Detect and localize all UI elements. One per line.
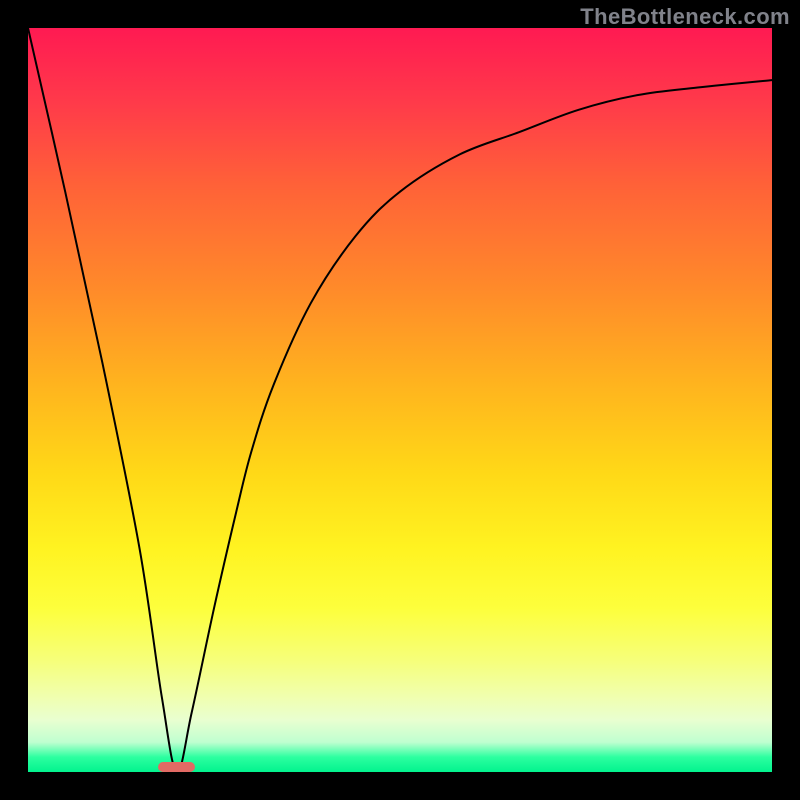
bottleneck-curve [28,28,772,772]
chart-frame: TheBottleneck.com [0,0,800,800]
watermark-text: TheBottleneck.com [580,4,790,30]
optimal-marker [158,762,195,772]
plot-area [28,28,772,772]
